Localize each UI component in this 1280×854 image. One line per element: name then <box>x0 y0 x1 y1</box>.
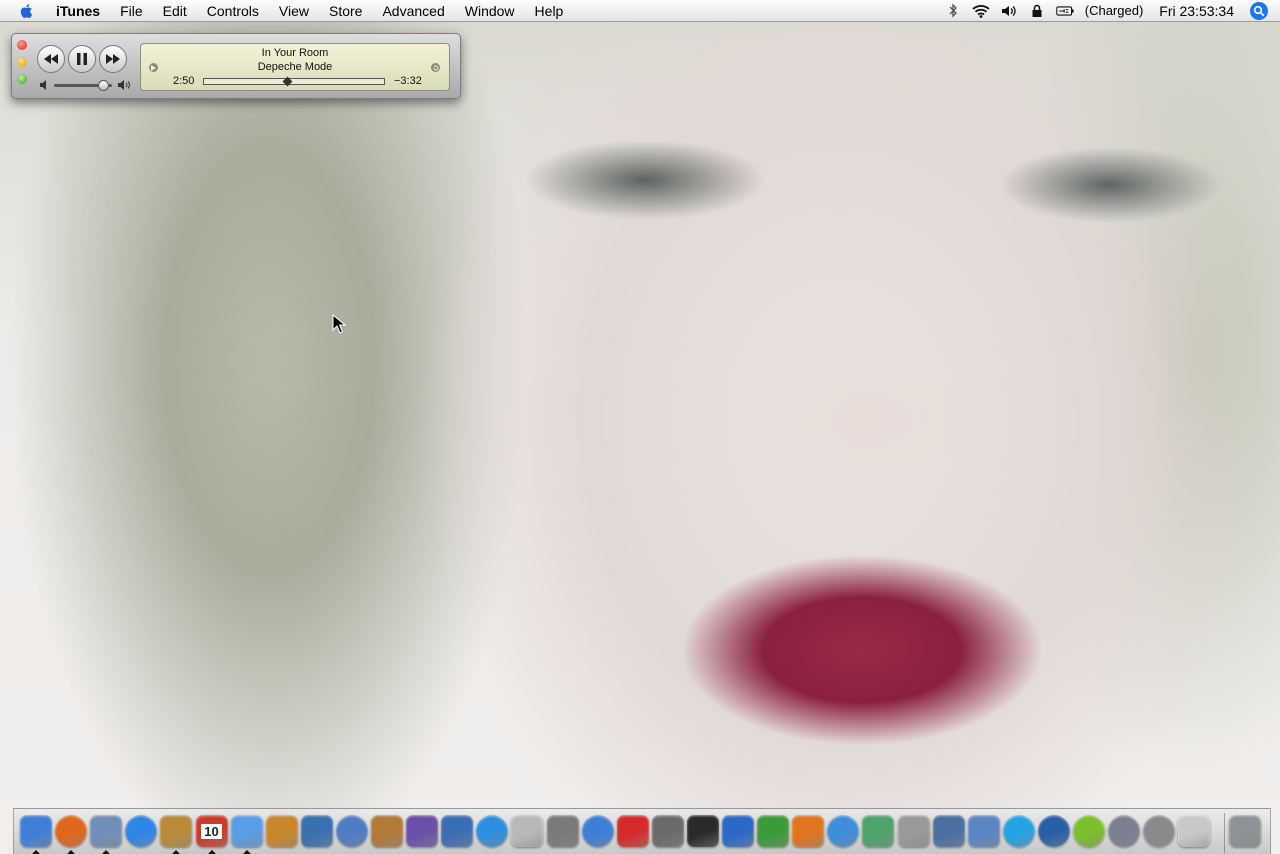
close-button[interactable] <box>17 40 27 50</box>
running-indicator <box>172 850 181 854</box>
trash-icon[interactable] <box>1229 815 1261 847</box>
menu-store[interactable]: Store <box>319 0 372 22</box>
wifi-icon[interactable] <box>972 3 990 19</box>
ichat-icon[interactable] <box>125 815 158 847</box>
play-pause-button[interactable] <box>68 45 96 73</box>
menu-controls[interactable]: Controls <box>197 0 269 22</box>
menu-bar: iTunes File Edit Controls View Store Adv… <box>0 0 1280 22</box>
previous-track-button[interactable] <box>37 45 65 73</box>
progress-bar[interactable] <box>203 76 385 87</box>
running-indicator <box>102 850 111 854</box>
next-track-button[interactable] <box>99 45 127 73</box>
imovie-icon[interactable] <box>300 815 333 847</box>
menu-file[interactable]: File <box>110 0 153 22</box>
battery-icon[interactable] <box>1056 3 1074 19</box>
address-book-icon[interactable] <box>160 815 193 847</box>
menu-advanced[interactable]: Advanced <box>372 0 454 22</box>
snapback-icon <box>433 65 438 70</box>
safari-icon[interactable] <box>581 815 614 847</box>
remaining-time[interactable]: −3:32 <box>394 75 422 87</box>
playhead[interactable] <box>282 76 293 87</box>
excel-icon[interactable] <box>757 815 790 847</box>
spotlight-icon[interactable] <box>1250 1 1268 20</box>
pen-tool-icon[interactable] <box>862 815 895 847</box>
dvd-studio-icon[interactable] <box>511 815 544 847</box>
running-indicator <box>67 850 76 854</box>
menu-extras: (Charged) Fri 23:53:34 <box>939 0 1280 22</box>
menu-help[interactable]: Help <box>525 0 574 22</box>
apple-store-icon[interactable] <box>1178 815 1211 847</box>
itunes-icon[interactable] <box>230 815 263 847</box>
running-indicator <box>207 850 216 854</box>
quicktime-icon[interactable] <box>476 815 509 847</box>
bluetooth-icon[interactable] <box>944 3 962 19</box>
photo-app-icon[interactable] <box>265 815 298 847</box>
elapsed-time[interactable]: 2:50 <box>173 75 194 87</box>
menu-clock[interactable]: Fri 23:53:34 <box>1149 3 1244 19</box>
mail-stamp-icon[interactable] <box>90 815 123 847</box>
garageband-icon[interactable] <box>546 815 579 847</box>
finder-icon[interactable] <box>20 815 52 847</box>
track-artist: Depeche Mode <box>257 61 333 73</box>
mouse-cursor-icon <box>332 314 346 334</box>
ical-icon[interactable]: 10 <box>195 815 228 847</box>
desktop-wallpaper <box>0 0 1280 854</box>
network-icon[interactable] <box>967 815 1000 847</box>
remote-desktop-icon[interactable] <box>932 815 965 847</box>
messenger-icon[interactable] <box>827 815 860 847</box>
skype-icon[interactable] <box>1002 815 1035 847</box>
volume-low-icon <box>40 80 46 90</box>
adobe-app-icon[interactable] <box>616 815 649 847</box>
volume-icon[interactable] <box>1000 3 1018 19</box>
dvd-player-icon[interactable] <box>335 815 368 847</box>
ical-date-label: 10 <box>201 823 222 839</box>
itunes-mini-player[interactable]: In Your Room Depeche Mode 2:50 −3:32 <box>11 33 461 99</box>
running-indicator <box>242 850 251 854</box>
lock-icon[interactable] <box>1028 3 1046 19</box>
keynote-icon[interactable] <box>441 815 474 847</box>
disk-utility-icon[interactable] <box>651 815 684 847</box>
headphones-icon[interactable] <box>686 815 719 847</box>
track-title: In Your Room <box>261 47 329 59</box>
time-machine-icon[interactable] <box>1108 815 1141 847</box>
zoom-button[interactable] <box>17 74 27 84</box>
dock-separator <box>1224 813 1225 853</box>
tuner-icon[interactable] <box>1073 815 1105 847</box>
running-indicator <box>32 850 40 854</box>
painter-icon[interactable] <box>406 815 439 847</box>
firefox-icon[interactable] <box>55 815 88 847</box>
dock: 10 <box>13 808 1271 854</box>
sync-icon[interactable] <box>1143 815 1176 847</box>
menu-app-itunes[interactable]: iTunes <box>46 0 110 22</box>
print-center-icon[interactable] <box>897 815 930 847</box>
fast-forward-icon <box>106 54 120 64</box>
volume-high-icon <box>118 80 130 90</box>
volume-knob[interactable] <box>97 80 109 91</box>
powerpoint-icon[interactable] <box>792 815 825 847</box>
word-icon[interactable] <box>722 815 754 847</box>
battery-status: (Charged) <box>1084 3 1144 18</box>
google-earth-icon[interactable] <box>1037 815 1070 847</box>
preview-icon[interactable] <box>371 815 403 847</box>
pause-icon <box>77 53 87 65</box>
menu-window[interactable]: Window <box>455 0 525 22</box>
now-playing-display: In Your Room Depeche Mode 2:50 −3:32 <box>140 43 450 91</box>
snapback-button[interactable] <box>431 63 440 72</box>
menu-edit[interactable]: Edit <box>153 0 197 22</box>
apple-menu-icon[interactable] <box>18 2 36 20</box>
rewind-icon <box>44 54 58 64</box>
minimize-button[interactable] <box>17 57 27 67</box>
volume-slider[interactable] <box>40 79 132 91</box>
menu-view[interactable]: View <box>269 0 319 22</box>
